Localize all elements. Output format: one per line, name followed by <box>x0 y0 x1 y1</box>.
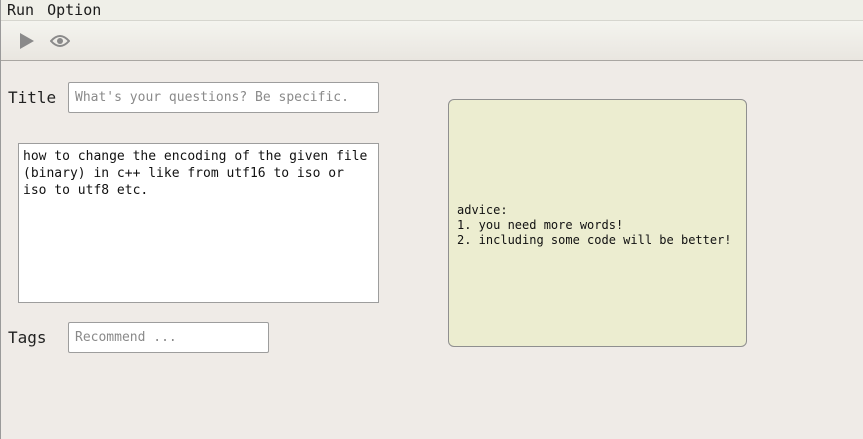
title-label: Title <box>8 88 57 107</box>
tags-label: Tags <box>8 328 47 347</box>
title-input[interactable] <box>68 82 379 113</box>
advice-heading: advice: <box>457 202 508 217</box>
tags-input[interactable] <box>68 322 269 353</box>
advice-item: 1. you need more words! <box>457 217 624 232</box>
play-icon <box>20 33 34 49</box>
advice-item: 2. including some code will be better! <box>457 232 732 247</box>
preview-button[interactable] <box>49 31 71 51</box>
menu-bar: Run Option <box>1 0 863 21</box>
menu-run[interactable]: Run <box>1 0 41 20</box>
menu-option[interactable]: Option <box>41 0 108 20</box>
run-button[interactable] <box>16 31 38 51</box>
advice-panel: advice: 1. you need more words! 2. inclu… <box>448 99 747 347</box>
advice-text: advice: 1. you need more words! 2. inclu… <box>457 203 732 248</box>
app-window: Run Option Title Tags advice: 1. you nee… <box>0 0 863 439</box>
eye-icon <box>50 35 70 47</box>
toolbar <box>1 21 863 61</box>
question-body-textarea[interactable] <box>18 143 379 303</box>
